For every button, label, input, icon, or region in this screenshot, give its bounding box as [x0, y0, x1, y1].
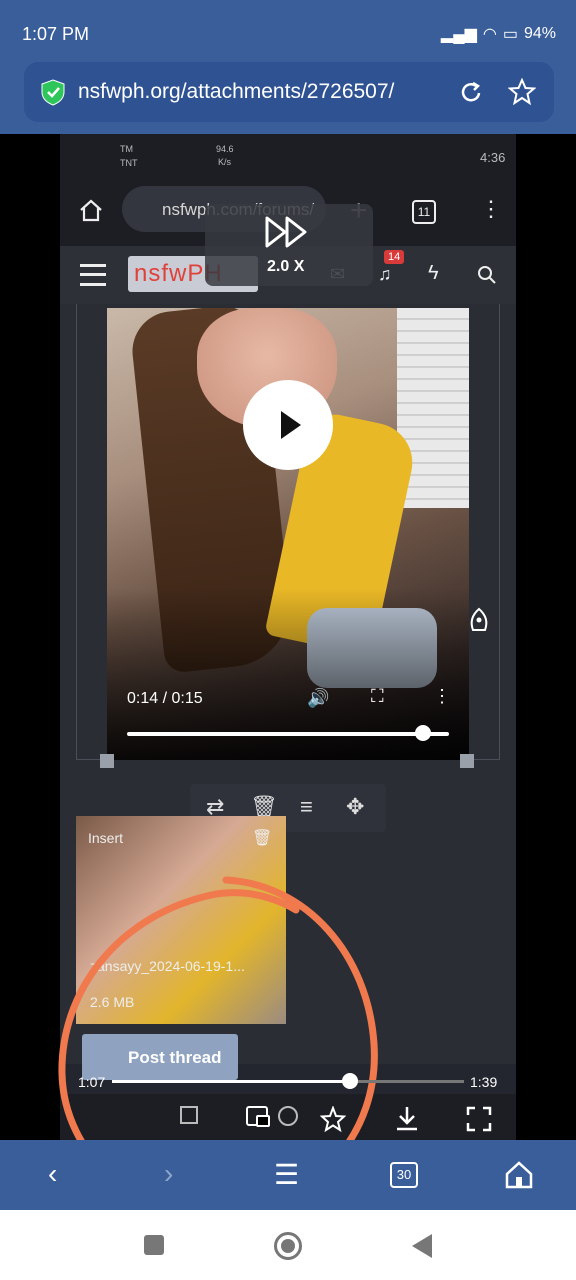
- video-player[interactable]: TM TNT 94.6 K/s 4:36 nsfwph.com/forums/ …: [0, 134, 576, 1140]
- video-seekbar[interactable]: 1:07 1:39: [0, 1064, 576, 1104]
- forward-icon[interactable]: ›: [164, 1158, 173, 1190]
- recorded-status-bar: TM TNT 94.6 K/s 4:36: [60, 134, 516, 176]
- pip-icon[interactable]: [246, 1106, 270, 1128]
- bolt-icon: ϟ: [428, 262, 439, 284]
- search-icon: [478, 266, 496, 284]
- status-icons: ▂▄▆ ◠ ▭ 94%: [441, 24, 556, 44]
- browser-bottom-bar: ‹ › ☰ 30: [0, 1140, 576, 1210]
- embedded-video-time: 0:14 / 0:15: [127, 690, 203, 707]
- embedded-progress-track: [127, 732, 449, 736]
- current-time: 1:07: [78, 1074, 106, 1090]
- status-bar: 1:07 PM ▂▄▆ ◠ ▭ 94%: [0, 0, 576, 62]
- recorded-carrier-1: TM: [120, 144, 133, 154]
- browser-toolbar: nsfwph.org/attachments/2726507/: [0, 62, 576, 134]
- wifi-icon: ◠: [482, 26, 497, 43]
- home-nav-button[interactable]: [274, 1232, 302, 1260]
- fast-forward-icon: [265, 216, 307, 248]
- bell-icon: ♫: [378, 264, 392, 284]
- shield-icon: [41, 79, 65, 106]
- recorded-tab-count: 11: [412, 200, 436, 224]
- url-text[interactable]: nsfwph.org/attachments/2726507/: [78, 80, 394, 104]
- launch-icon: [470, 607, 488, 631]
- duration: 1:39: [470, 1074, 498, 1090]
- embedded-video: 0:14 / 0:15 🔊 ⛶ ⋮: [107, 308, 469, 760]
- home-button-icon[interactable]: [504, 1160, 534, 1190]
- tabs-button[interactable]: 30: [390, 1162, 418, 1188]
- battery-percent: 94%: [523, 25, 556, 42]
- hamburger-icon: [80, 264, 106, 286]
- home-icon: [80, 199, 102, 222]
- favorite-star-icon[interactable]: [320, 1106, 346, 1132]
- seek-progress: [112, 1080, 350, 1083]
- recorded-carrier-2: TNT: [120, 158, 138, 168]
- signal-icon: ▂▄▆: [440, 26, 477, 43]
- delete-icon: 🗑: [252, 830, 273, 847]
- recorded-menu-icon: ⋮: [480, 196, 502, 221]
- speed-label: 2.0 X: [267, 258, 305, 275]
- align-icon: ≡: [300, 794, 313, 819]
- reload-icon[interactable]: [458, 80, 484, 106]
- recorded-time: 4:36: [480, 150, 506, 165]
- seek-handle[interactable]: [341, 1073, 358, 1089]
- fullscreen-toggle-icon[interactable]: [466, 1106, 492, 1132]
- recorded-speed-value: 94.6: [216, 144, 234, 154]
- resize-handle-right: [460, 754, 474, 768]
- move-icon: ✥: [346, 794, 365, 819]
- recorded-speed-unit: K/s: [218, 157, 232, 167]
- back-icon[interactable]: ‹: [48, 1158, 57, 1190]
- player-menu-icon: ⋮: [433, 686, 451, 706]
- address-bar[interactable]: nsfwph.org/attachments/2726507/: [24, 62, 554, 122]
- embedded-progress-knob: [415, 725, 431, 741]
- recents-button[interactable]: [144, 1235, 164, 1255]
- insert-label: Insert: [88, 830, 124, 846]
- bookmark-star-icon[interactable]: [508, 78, 536, 106]
- status-time: 1:07 PM: [22, 24, 90, 44]
- notification-badge: 14: [384, 250, 405, 264]
- system-nav-bar: [0, 1210, 576, 1280]
- menu-icon[interactable]: ☰: [274, 1158, 299, 1191]
- download-icon[interactable]: [392, 1104, 422, 1132]
- battery-icon: ▭: [502, 26, 518, 43]
- volume-icon: 🔊: [307, 688, 330, 708]
- play-icon: [243, 380, 333, 470]
- fullscreen-icon: ⛶: [371, 686, 384, 706]
- back-nav-button[interactable]: [412, 1234, 432, 1258]
- speed-indicator: 2.0 X: [205, 204, 373, 286]
- resize-handle-left: [100, 754, 114, 768]
